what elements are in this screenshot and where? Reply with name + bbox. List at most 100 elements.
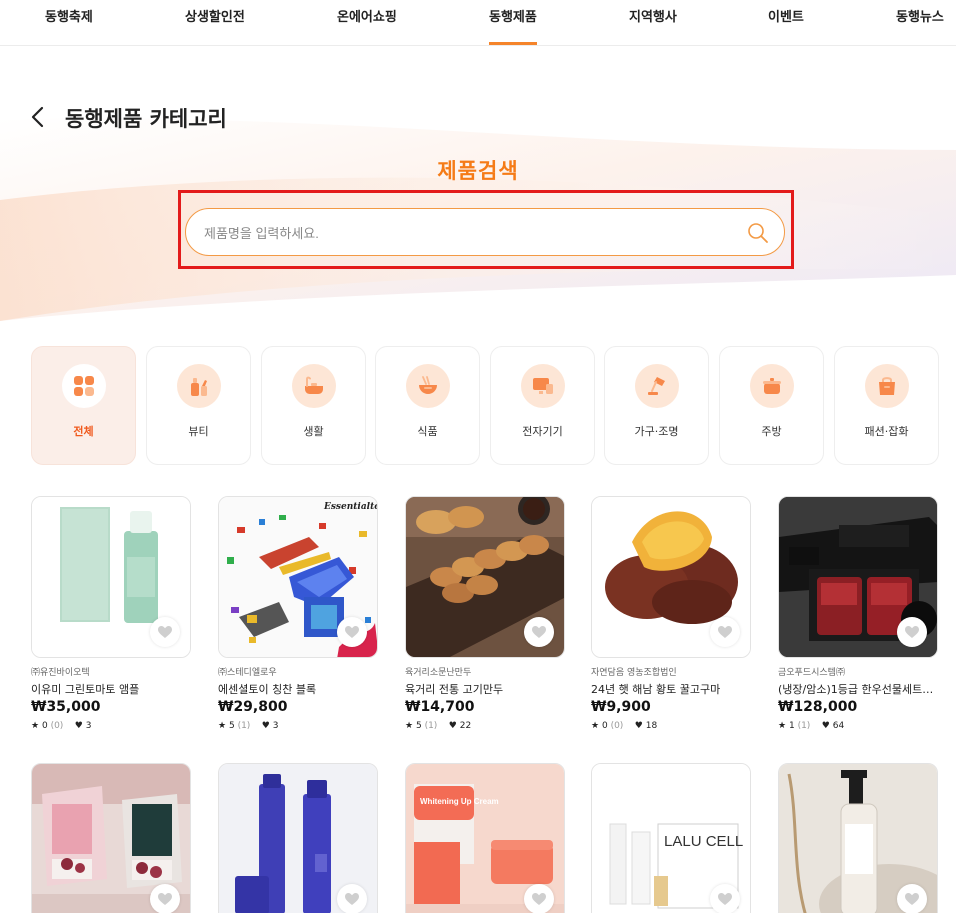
- product-image[interactable]: [31, 496, 191, 658]
- hero-section: 동행제품 카테고리 제품검색: [0, 0, 956, 321]
- product-meta: ★ 0 (0) ♥ 3: [31, 721, 91, 731]
- heart-small-icon: ♥: [448, 721, 457, 731]
- category-icon-bg: [865, 364, 909, 408]
- product-reviews: (1): [797, 721, 811, 731]
- product-image[interactable]: Essentialtoy: [218, 496, 378, 658]
- product-image[interactable]: Whitening Up Cream: [405, 763, 565, 913]
- product-likes: 64: [832, 721, 845, 731]
- star-icon: ★: [778, 721, 787, 731]
- wishlist-button[interactable]: [337, 884, 367, 913]
- wishlist-button[interactable]: [150, 617, 180, 647]
- product-seller: 육거리소문난만두: [405, 668, 472, 678]
- product-name[interactable]: 육거리 전통 고기만두: [405, 681, 565, 697]
- product-image[interactable]: [778, 496, 938, 658]
- heart-small-icon: ♥: [821, 721, 830, 731]
- top-navigation: 동행축제 상생할인전 온에어쇼핑 동행제품 지역행사 이벤트 동행뉴스: [0, 0, 956, 46]
- product-image[interactable]: [405, 496, 565, 658]
- nav-item-festival[interactable]: 동행축제: [45, 6, 93, 25]
- heart-icon: [905, 626, 919, 638]
- search-heading: 제품검색: [437, 159, 519, 183]
- product-meta: ★ 1 (1) ♥ 64: [778, 721, 844, 731]
- image-brand-text: LALU CELL: [664, 833, 743, 850]
- cosmetics-icon: [191, 378, 207, 396]
- noodle-bowl-icon: [419, 376, 437, 394]
- category-furniture-lighting[interactable]: 가구·조명: [604, 346, 709, 465]
- product-likes: 22: [459, 721, 472, 731]
- wishlist-button[interactable]: [524, 884, 554, 913]
- nav-item-event[interactable]: 이벤트: [768, 6, 804, 25]
- star-icon: ★: [591, 721, 600, 731]
- heart-icon: [158, 626, 172, 638]
- product-image[interactable]: [218, 763, 378, 913]
- desk-lamp-icon: [648, 377, 665, 395]
- category-living[interactable]: 생활: [261, 346, 366, 465]
- bathtub-icon: [305, 376, 323, 394]
- product-image[interactable]: [778, 763, 938, 913]
- nav-item-products[interactable]: 동행제품: [489, 6, 537, 25]
- category-label: 뷰티: [188, 425, 209, 438]
- page-title: 동행제품 카테고리: [65, 107, 227, 131]
- product-image[interactable]: LALU CELL: [591, 763, 751, 913]
- product-name[interactable]: 24년 햇 해남 황토 꿀고구마: [591, 681, 751, 697]
- product-price: ₩35,000: [31, 699, 101, 715]
- heart-icon: [345, 893, 359, 905]
- category-beauty[interactable]: 뷰티: [146, 346, 251, 465]
- shopping-bag-icon: [879, 377, 895, 395]
- product-seller: 자연담음 영농조합법인: [591, 668, 677, 678]
- heart-small-icon: ♥: [261, 721, 270, 731]
- category-label: 생활: [303, 425, 324, 438]
- pot-icon: [763, 378, 781, 394]
- product-likes: 18: [645, 721, 658, 731]
- wishlist-button[interactable]: [710, 617, 740, 647]
- product-reviews: (1): [237, 721, 251, 731]
- wishlist-button[interactable]: [897, 617, 927, 647]
- category-fashion[interactable]: 패션·잡화: [834, 346, 939, 465]
- category-icon-bg: [750, 364, 794, 408]
- product-price: ₩9,900: [591, 699, 651, 715]
- nav-item-sale[interactable]: 상생할인전: [185, 6, 245, 25]
- category-icon-bg: [521, 364, 565, 408]
- image-brand-text: Essentialtoy: [323, 502, 378, 512]
- category-all[interactable]: 전체: [31, 346, 136, 465]
- product-name[interactable]: 이유미 그린토마토 앰플: [31, 681, 191, 697]
- wishlist-button[interactable]: [524, 617, 554, 647]
- product-name[interactable]: 에센셜토이 칭찬 블록: [218, 681, 378, 697]
- product-rating: 5: [228, 721, 235, 731]
- search-box: [185, 208, 785, 256]
- wishlist-button[interactable]: [337, 617, 367, 647]
- product-likes: 3: [272, 721, 279, 731]
- wishlist-button[interactable]: [897, 884, 927, 913]
- product-rating: 0: [41, 721, 48, 731]
- product-rating: 0: [601, 721, 608, 731]
- active-tab-underline: [489, 42, 537, 45]
- category-icon-bg: [292, 364, 336, 408]
- product-reviews: (0): [610, 721, 624, 731]
- product-price: ₩29,800: [218, 699, 288, 715]
- product-image[interactable]: [31, 763, 191, 913]
- category-kitchen[interactable]: 주방: [719, 346, 824, 465]
- category-label: 가구·조명: [634, 425, 679, 438]
- chevron-left-icon[interactable]: [28, 106, 48, 128]
- category-icon-bg: [635, 364, 679, 408]
- product-image[interactable]: [591, 496, 751, 658]
- search-input[interactable]: [204, 221, 724, 245]
- nav-item-onair[interactable]: 온에어쇼핑: [337, 6, 397, 25]
- category-food[interactable]: 식품: [375, 346, 480, 465]
- heart-icon: [345, 626, 359, 638]
- heart-icon: [532, 893, 546, 905]
- wishlist-button[interactable]: [710, 884, 740, 913]
- nav-item-events-local[interactable]: 지역행사: [629, 6, 677, 25]
- product-rating: 5: [415, 721, 422, 731]
- wishlist-button[interactable]: [150, 884, 180, 913]
- product-meta: ★ 0 (0) ♥ 18: [591, 721, 657, 731]
- heart-icon: [532, 626, 546, 638]
- nav-item-news[interactable]: 동행뉴스: [896, 6, 944, 25]
- product-price: ₩14,700: [405, 699, 475, 715]
- product-name[interactable]: (냉장/암소)1등급 한우선물세트1...: [778, 681, 938, 697]
- product-reviews: (1): [424, 721, 438, 731]
- search-icon[interactable]: [746, 221, 770, 245]
- product-seller: ㈜스테디엘로우: [218, 668, 277, 678]
- heart-small-icon: ♥: [74, 721, 83, 731]
- category-electronics[interactable]: 전자기기: [490, 346, 595, 465]
- heart-small-icon: ♥: [634, 721, 643, 731]
